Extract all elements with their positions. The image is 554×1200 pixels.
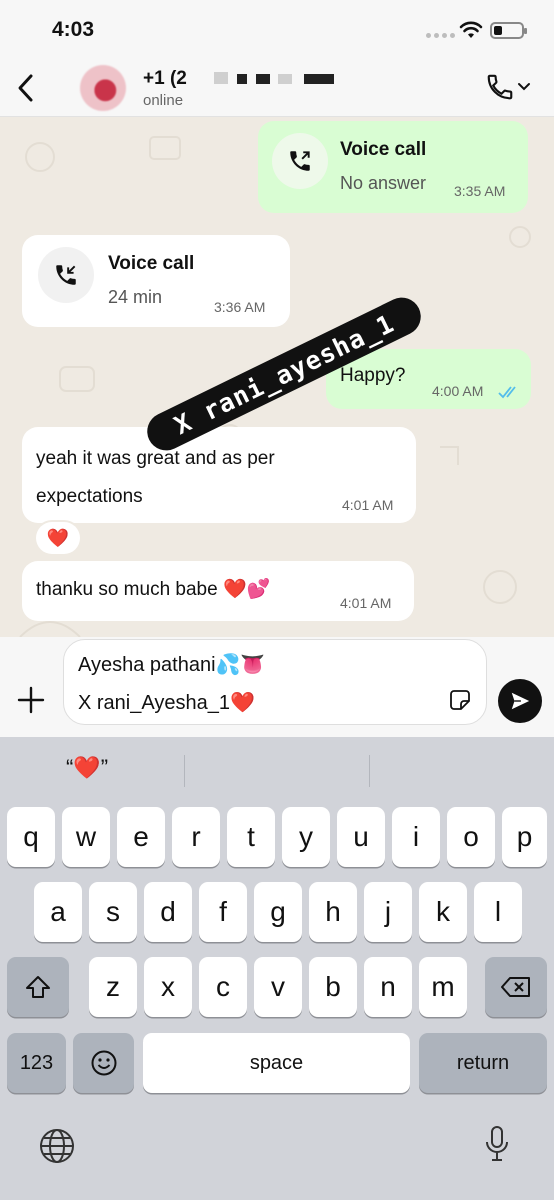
incoming-text-message[interactable]: yeah it was great and as per expectation… <box>22 427 416 523</box>
key-z[interactable]: z <box>89 957 137 1017</box>
message-text: Happy? <box>340 365 406 386</box>
redaction-mark <box>304 74 334 84</box>
key-y[interactable]: y <box>282 807 330 867</box>
key-j[interactable]: j <box>364 882 412 942</box>
key-v[interactable]: v <box>254 957 302 1017</box>
incoming-text-message[interactable]: thanku so much babe ❤️💕 4:01 AM <box>22 561 414 621</box>
globe-icon[interactable] <box>38 1127 76 1165</box>
emoji-key[interactable] <box>73 1033 134 1093</box>
back-arrow-icon[interactable] <box>14 72 38 104</box>
key-p[interactable]: p <box>502 807 547 867</box>
key-k[interactable]: k <box>419 882 467 942</box>
emoji-icon <box>91 1050 116 1076</box>
key-d[interactable]: d <box>144 882 192 942</box>
key-a[interactable]: a <box>34 882 82 942</box>
message-time: 4:01 AM <box>342 497 394 513</box>
plus-icon[interactable] <box>16 685 46 715</box>
key-x[interactable]: x <box>144 957 192 1017</box>
contact-avatar[interactable] <box>80 65 126 111</box>
message-input[interactable]: Ayesha pathani💦👅 X rani_Ayesha_1❤️ <box>63 639 487 725</box>
message-composer: Ayesha pathani💦👅 X rani_Ayesha_1❤️ <box>0 637 554 737</box>
contact-name[interactable]: +1 (2 <box>143 68 187 90</box>
key-w[interactable]: w <box>62 807 110 867</box>
message-time: 4:01 AM <box>340 595 392 611</box>
redaction-mark <box>237 74 247 84</box>
input-text-line-1: Ayesha pathani💦👅 <box>78 654 266 676</box>
incoming-call-message[interactable]: Voice call 24 min 3:36 AM <box>22 235 290 327</box>
key-m[interactable]: m <box>419 957 467 1017</box>
key-l[interactable]: l <box>474 882 522 942</box>
contact-status: online <box>143 92 184 109</box>
suggestion[interactable]: “❤️” <box>66 755 108 781</box>
key-q[interactable]: q <box>7 807 55 867</box>
redaction-mark <box>278 74 292 84</box>
redaction-mark <box>256 74 270 84</box>
key-h[interactable]: h <box>309 882 357 942</box>
key-b[interactable]: b <box>309 957 357 1017</box>
message-time: 4:00 AM <box>432 383 484 399</box>
key-t[interactable]: t <box>227 807 275 867</box>
status-bar: 4:03 <box>0 0 554 60</box>
message-text: thanku so much babe ❤️💕 <box>36 579 271 600</box>
message-time: 3:35 AM <box>454 183 506 199</box>
key-r[interactable]: r <box>172 807 220 867</box>
incoming-call-icon <box>38 247 94 303</box>
shift-icon <box>26 976 50 998</box>
chat-area[interactable]: Voice call No answer 3:35 AM Voice call … <box>0 117 554 637</box>
sticker-icon[interactable] <box>448 688 472 712</box>
key-o[interactable]: o <box>447 807 495 867</box>
suggestion-divider <box>369 755 370 787</box>
outgoing-call-icon <box>272 133 328 189</box>
send-button[interactable] <box>498 679 542 723</box>
heart-reaction: ❤️ <box>46 527 70 548</box>
delete-key[interactable] <box>485 957 547 1017</box>
key-g[interactable]: g <box>254 882 302 942</box>
shift-key[interactable] <box>7 957 69 1017</box>
call-title: Voice call <box>108 253 195 274</box>
chevron-down-icon[interactable] <box>517 82 531 92</box>
reaction-badge[interactable]: ❤️ <box>36 522 80 554</box>
numbers-key[interactable]: 123 <box>7 1033 66 1093</box>
redaction-mark <box>214 72 228 84</box>
return-key[interactable]: return <box>419 1033 547 1093</box>
double-check-read-icon <box>498 386 516 399</box>
call-status: No answer <box>340 173 427 193</box>
outgoing-call-message[interactable]: Voice call No answer 3:35 AM <box>258 121 528 213</box>
key-u[interactable]: u <box>337 807 385 867</box>
backspace-icon <box>501 977 530 997</box>
microphone-icon[interactable] <box>484 1125 510 1165</box>
key-c[interactable]: c <box>199 957 247 1017</box>
status-time: 4:03 <box>52 18 95 41</box>
call-title: Voice call <box>340 139 427 160</box>
battery-icon <box>490 22 527 39</box>
send-icon <box>511 692 530 710</box>
keyboard: “❤️” q w e r t y u i o p a s d f g h j k… <box>0 737 554 1200</box>
suggestion-divider <box>184 755 185 787</box>
wifi-icon <box>459 21 483 38</box>
space-key[interactable]: space <box>143 1033 410 1093</box>
key-n[interactable]: n <box>364 957 412 1017</box>
phone-icon[interactable] <box>485 72 515 102</box>
predictive-bar: “❤️” <box>0 737 554 799</box>
message-time: 3:36 AM <box>214 299 266 315</box>
call-duration: 24 min <box>108 287 163 307</box>
message-text: yeah it was great and as per expectation… <box>36 448 275 507</box>
chat-header: +1 (2 online <box>0 60 554 117</box>
cellular-signal-icon <box>426 33 455 38</box>
key-s[interactable]: s <box>89 882 137 942</box>
key-e[interactable]: e <box>117 807 165 867</box>
key-i[interactable]: i <box>392 807 440 867</box>
key-f[interactable]: f <box>199 882 247 942</box>
input-text-line-2: X rani_Ayesha_1❤️ <box>78 692 255 714</box>
